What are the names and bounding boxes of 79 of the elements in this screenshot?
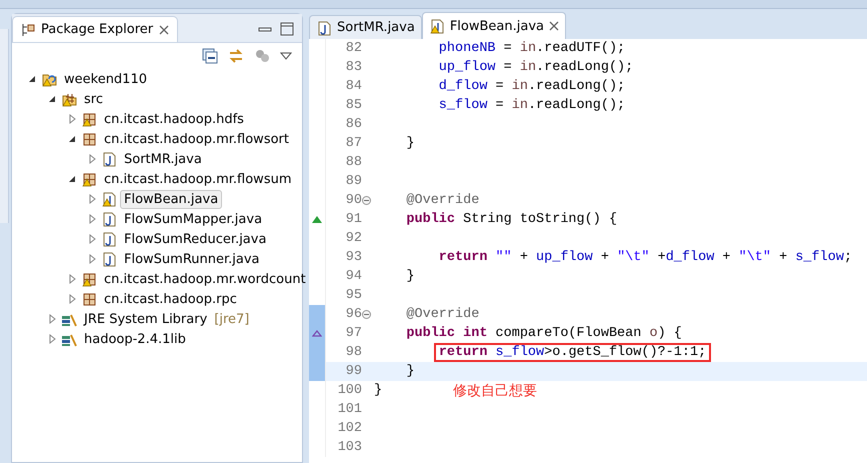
code-line: s_flow = in.readLong(); <box>438 98 626 113</box>
line-number: 100 <box>336 383 362 398</box>
line-number: 102 <box>336 421 362 436</box>
code-line: public String toString() { <box>405 212 618 227</box>
view-tab[interactable]: Package Explorer <box>12 16 178 42</box>
package-icon <box>81 131 97 147</box>
line-number: 91 <box>344 212 362 227</box>
line-number: 89 <box>344 174 362 189</box>
line-number: 84 <box>344 79 362 94</box>
line-number: 94 <box>344 269 362 284</box>
line-number: 87 <box>344 136 362 151</box>
code-line: @Override <box>405 307 480 322</box>
code-line: public int compareTo(FlowBean o) { <box>405 326 682 341</box>
line-number: 86 <box>344 117 362 132</box>
package-icon <box>81 171 97 187</box>
package-explorer-icon <box>21 22 35 36</box>
tree-item[interactable]: src <box>80 90 107 108</box>
package-icon <box>81 271 97 287</box>
tree-item[interactable]: cn.itcast.hadoop.hdfs <box>100 110 248 128</box>
tree-item[interactable]: FlowSumReducer.java <box>120 230 270 248</box>
code-line: return "" + up_flow + "\t" +d_flow + "\t" + s_flow; <box>438 250 852 265</box>
tree-item[interactable]: SortMR.java <box>120 150 206 168</box>
code-line: up_flow = in.readLong(); <box>438 60 634 75</box>
code-line: } <box>374 383 382 398</box>
tree-item[interactable]: JRE System Library <box>80 310 212 328</box>
line-number: 83 <box>344 60 362 75</box>
java-icon <box>101 151 117 167</box>
line-number: 90 <box>344 193 362 208</box>
editor-tab[interactable]: SortMR.java <box>309 15 422 39</box>
code-line: } <box>405 269 415 284</box>
line-number: 93 <box>344 250 362 265</box>
line-number: 82 <box>344 41 362 56</box>
package-icon <box>81 111 97 127</box>
line-number: 98 <box>344 345 362 360</box>
java-icon <box>101 231 117 247</box>
close-icon[interactable] <box>159 24 170 34</box>
line-number: 103 <box>336 440 362 455</box>
library-version: [jre7] <box>214 312 250 326</box>
java-icon <box>428 18 445 34</box>
code-line: @Override <box>405 193 480 208</box>
line-number: 85 <box>344 98 362 113</box>
code-line: phoneNB = in.readUTF(); <box>438 41 626 56</box>
code-line: d_flow = in.readLong(); <box>438 79 626 94</box>
line-number: 101 <box>336 402 362 417</box>
source-icon <box>61 91 77 107</box>
maximize-icon[interactable] <box>280 22 294 36</box>
editor-tab[interactable]: FlowBean.java <box>422 12 566 39</box>
close-icon[interactable] <box>548 21 559 31</box>
fold-icon[interactable] <box>362 196 371 205</box>
annotation-note: 修改自己想要 <box>453 382 537 400</box>
tree-item[interactable]: weekend110 <box>60 70 151 88</box>
tree-item[interactable]: FlowBean.java <box>120 190 222 208</box>
code-line: } <box>405 136 415 151</box>
view-menu-icon[interactable] <box>280 51 292 61</box>
override-marker-icon[interactable] <box>312 216 322 223</box>
code-line: } <box>405 364 415 379</box>
java-icon <box>101 211 117 227</box>
implements-marker-icon[interactable] <box>312 330 322 337</box>
view-title: Package Explorer <box>41 22 154 37</box>
line-number: 88 <box>344 155 362 170</box>
tree-item[interactable]: cn.itcast.hadoop.mr.flowsort <box>100 130 293 148</box>
link-arrows-icon[interactable] <box>228 48 244 64</box>
java-icon <box>101 251 117 267</box>
package-icon <box>81 291 97 307</box>
collapse-all-icon[interactable] <box>202 48 218 64</box>
line-number: 95 <box>344 288 362 303</box>
tree-item[interactable]: cn.itcast.hadoop.rpc <box>100 290 241 308</box>
line-number: 97 <box>344 326 362 341</box>
tree-item[interactable]: hadoop-2.4.1lib <box>80 330 190 348</box>
tree-item[interactable]: cn.itcast.hadoop.mr.wordcount <box>100 270 310 288</box>
tree-item[interactable]: cn.itcast.hadoop.mr.flowsum <box>100 170 296 188</box>
line-number: 99 <box>344 364 362 379</box>
tree-item[interactable]: FlowSumMapper.java <box>120 210 266 228</box>
java-icon <box>316 20 332 36</box>
line-number: 96 <box>344 307 362 322</box>
line-number: 92 <box>344 231 362 246</box>
fold-icon[interactable] <box>362 310 371 319</box>
tree-item[interactable]: FlowSumRunner.java <box>120 250 264 268</box>
java-icon <box>101 191 117 207</box>
